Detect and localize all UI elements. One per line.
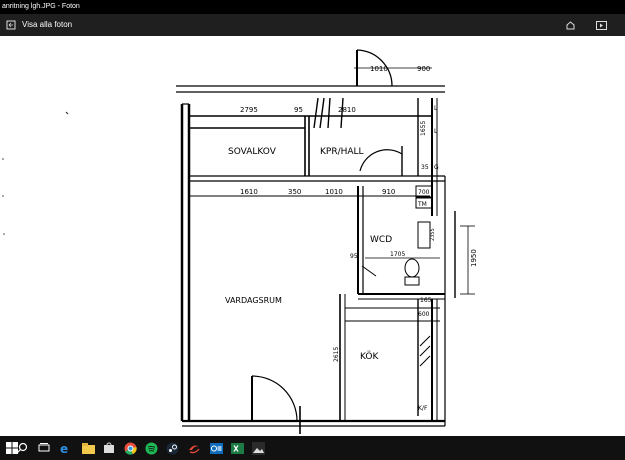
excel-icon[interactable] — [229, 440, 245, 456]
edge-icon[interactable]: e — [57, 440, 73, 456]
outlook-icon[interactable] — [208, 440, 224, 456]
room-label-kpr-hall: KPR/HALL — [320, 147, 364, 157]
symbol-g: G — [434, 164, 439, 171]
floor-plan-image: 1010 900 2795 95 2810 SOVALKOV KPR/HALL … — [2, 49, 478, 434]
dim-1010-top: 1010 — [370, 65, 388, 73]
app-toolbar: Visa alla foton — [0, 14, 625, 36]
title-bar: anritning lgh.JPG - Foton — [0, 0, 625, 14]
dim-95b: 95 — [350, 253, 358, 260]
slideshow-icon[interactable] — [594, 18, 608, 32]
dim-1655: 1655 — [420, 121, 427, 136]
steam-icon[interactable] — [164, 440, 180, 456]
task-view-icon[interactable] — [36, 440, 52, 456]
dim-95: 95 — [294, 106, 303, 114]
dim-35: 35 — [421, 164, 429, 171]
dim-2355: 2355 — [430, 228, 436, 241]
room-label-vardagsrum: VARDAGSRUM — [225, 296, 282, 305]
back-arrow-icon[interactable] — [4, 18, 18, 32]
photos-icon[interactable] — [250, 440, 266, 456]
room-label-sovalkov: SOVALKOV — [228, 147, 277, 157]
dim-2615: 2615 — [333, 347, 340, 362]
dim-910: 910 — [382, 188, 395, 196]
photo-viewer: 1010 900 2795 95 2810 SOVALKOV KPR/HALL … — [0, 36, 625, 436]
dim-900: 900 — [417, 65, 430, 73]
dim-1705: 1705 — [390, 251, 405, 258]
dim-350: 350 — [288, 188, 301, 196]
dim-2795: 2795 — [240, 106, 258, 114]
symbol-tm: TM — [417, 201, 427, 208]
opera-icon[interactable] — [186, 440, 202, 456]
svg-text:e: e — [60, 442, 68, 455]
taskbar: e — [0, 436, 625, 460]
dim-2810: 2810 — [338, 106, 356, 114]
view-all-photos-link[interactable]: Visa alla foton — [22, 20, 72, 29]
dim-1950: 1950 — [470, 249, 478, 267]
dim-1610: 1610 — [240, 188, 258, 196]
symbol-kf: K/F — [418, 405, 428, 412]
dim-700: 700 — [418, 189, 430, 196]
edit-icon[interactable] — [563, 18, 577, 32]
dim-600: 600 — [418, 311, 430, 318]
file-explorer-icon[interactable] — [80, 440, 96, 456]
window-title: anritning lgh.JPG - Foton — [2, 3, 80, 10]
store-icon[interactable] — [101, 440, 117, 456]
spotify-icon[interactable] — [143, 440, 159, 456]
dim-1010-mid: 1010 — [325, 188, 343, 196]
room-label-wc: WCD — [370, 235, 392, 245]
chrome-icon[interactable] — [122, 440, 138, 456]
room-label-kok: KÖK — [360, 351, 379, 362]
dim-165: 165 — [420, 297, 432, 304]
search-icon[interactable] — [14, 440, 30, 456]
